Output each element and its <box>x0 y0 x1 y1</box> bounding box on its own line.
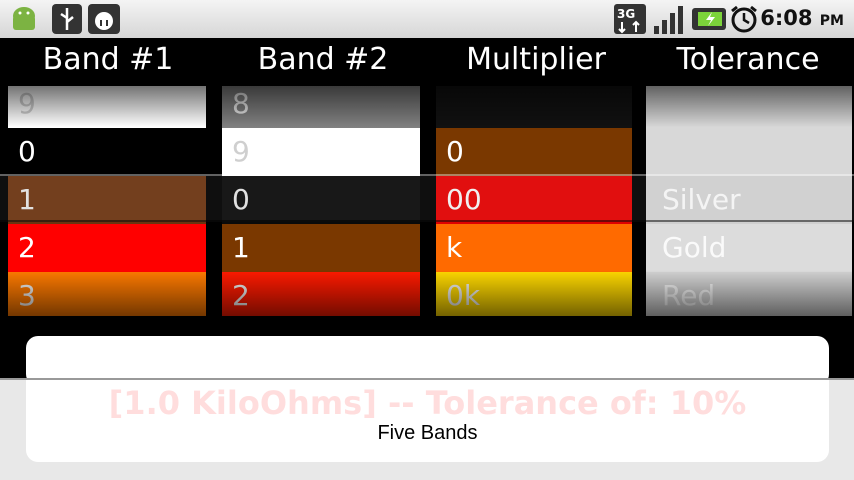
status-bar: 3G 6:08 PM <box>0 0 854 38</box>
debug-icon <box>88 4 120 34</box>
multiplier-wheel[interactable]: 0 00 k 0k <box>436 86 632 316</box>
result-card: [1.0 KiloOhms] -- Tolerance of: 10% Five… <box>26 380 829 462</box>
band-mode-label[interactable]: Five Bands <box>26 422 829 445</box>
band2-option[interactable]: 1 <box>222 224 420 272</box>
multiplier-option[interactable]: 0k <box>436 272 632 316</box>
tolerance-option[interactable]: Silver <box>646 176 852 224</box>
usb-icon <box>52 4 82 34</box>
band1-option[interactable]: 0 <box>8 128 206 176</box>
alarm-icon <box>731 5 757 33</box>
clock-ampm: PM <box>819 13 844 29</box>
tolerance-wheel[interactable]: Silver Gold Red <box>646 86 852 316</box>
tolerance-option[interactable]: Red <box>646 272 852 316</box>
multiplier-option[interactable] <box>436 86 632 128</box>
band-2-wheel[interactable]: 89012 <box>222 86 420 316</box>
band2-option[interactable]: 9 <box>222 128 420 176</box>
column-headers: Band #1 Band #2 Multiplier Tolerance <box>0 38 854 86</box>
band2-option[interactable]: 0 <box>222 176 420 224</box>
header-multiplier: Multiplier <box>466 42 606 77</box>
tolerance-option[interactable] <box>646 128 852 176</box>
header-band-1: Band #1 <box>42 42 174 77</box>
battery-icon <box>692 8 726 30</box>
header-tolerance: Tolerance <box>676 42 820 77</box>
clock-time: 6:08 <box>760 6 813 30</box>
multiplier-option[interactable]: k <box>436 224 632 272</box>
svg-text:3G: 3G <box>617 7 635 21</box>
multiplier-option[interactable]: 00 <box>436 176 632 224</box>
tolerance-option[interactable]: Gold <box>646 224 852 272</box>
tolerance-option[interactable] <box>646 86 852 128</box>
band1-option[interactable]: 1 <box>8 176 206 224</box>
multiplier-option[interactable]: 0 <box>436 128 632 176</box>
band-1-wheel[interactable]: 90123 <box>8 86 206 316</box>
resistance-result: [1.0 KiloOhms] -- Tolerance of: 10% <box>108 384 747 422</box>
band1-option[interactable]: 9 <box>8 86 206 128</box>
bottom-panel: [1.0 KiloOhms] -- Tolerance of: 10% Five… <box>0 378 854 480</box>
signal-icon <box>654 6 683 34</box>
clock: 6:08 PM <box>760 6 844 30</box>
network-3g-icon: 3G <box>614 4 646 34</box>
header-band-2: Band #2 <box>257 42 389 77</box>
band2-option[interactable]: 8 <box>222 86 420 128</box>
band2-option[interactable]: 2 <box>222 272 420 316</box>
band1-option[interactable]: 2 <box>8 224 206 272</box>
band1-option[interactable]: 3 <box>8 272 206 316</box>
android-icon <box>13 7 35 30</box>
